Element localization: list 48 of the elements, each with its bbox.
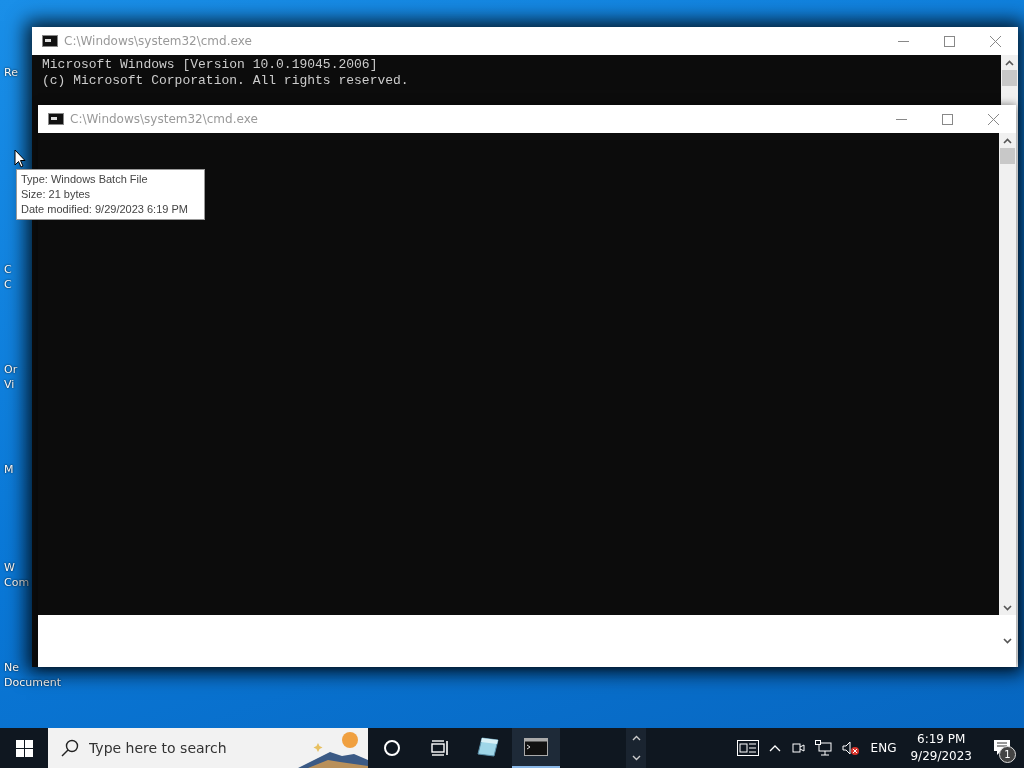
tooltip-text: Date modified: 9/29/2023 6:19 PM: [21, 202, 189, 217]
language-indicator[interactable]: ENG: [864, 741, 903, 755]
desktop-icon-label[interactable]: Re: [0, 65, 18, 80]
clock-date: 9/29/2023: [910, 748, 972, 765]
maximize-icon: [943, 35, 955, 47]
scroll-down-icon[interactable]: [1003, 638, 1012, 644]
desktop-icon-label[interactable]: Com: [0, 575, 30, 590]
desktop-icon-label[interactable]: Or: [0, 362, 18, 377]
desktop-icon-label[interactable]: C: [0, 262, 12, 277]
windows-logo-icon: [15, 739, 33, 757]
search-icon: [61, 739, 79, 757]
notepad-icon: [476, 736, 500, 758]
circle-icon: [383, 739, 401, 757]
search-field[interactable]: Type here to search: [87, 739, 291, 757]
search-box[interactable]: Type here to search: [48, 728, 368, 768]
task-view-icon: [431, 740, 449, 756]
newspaper-icon: [736, 740, 759, 756]
notification-button[interactable]: 1: [980, 728, 1024, 768]
clock-time: 6:19 PM: [917, 731, 966, 748]
window-title: C:\Windows\system32\cmd.exe: [70, 112, 259, 126]
desktop-icon-label[interactable]: C: [0, 277, 12, 292]
console-icon: [42, 35, 58, 47]
taskbar-scroll-button[interactable]: [626, 728, 646, 768]
console-text: Microsoft Windows [Version 10.0.19045.2006]: [42, 57, 379, 73]
console-icon: [524, 738, 548, 756]
desktop-icon-label[interactable]: Document: [0, 675, 61, 690]
desktop-icon-label[interactable]: Vi: [0, 377, 15, 392]
console-icon: [48, 113, 64, 125]
window-title: C:\Windows\system32\cmd.exe: [64, 34, 253, 48]
scroll-up-icon[interactable]: [1005, 60, 1014, 66]
desktop-icon-label[interactable]: W: [0, 560, 15, 575]
console-app-button[interactable]: [512, 728, 560, 768]
desktop-icon-label[interactable]: M: [0, 462, 14, 477]
maximize-icon: [941, 113, 953, 125]
tooltip-text: Size: 21 bytes: [21, 187, 92, 202]
scroll-thumb[interactable]: [1002, 70, 1017, 86]
close-icon: [987, 113, 999, 125]
desktop-icon-label[interactable]: Ne: [0, 660, 19, 675]
scroll-up-icon[interactable]: [1003, 138, 1012, 144]
moon-mountain-icon: [298, 730, 368, 768]
notification-badge: 1: [999, 746, 1016, 763]
tooltip-text: Type: Windows Batch File: [21, 172, 149, 187]
close-icon: [989, 35, 1001, 47]
console-text: (c) Microsoft Corporation. All rights reserved.: [42, 73, 410, 89]
up-down-arrows-icon: [631, 734, 641, 762]
clock[interactable]: 6:19 PM 9/29/2023: [902, 731, 980, 765]
scroll-thumb[interactable]: [1000, 148, 1015, 164]
scroll-down-icon[interactable]: [1003, 605, 1012, 611]
